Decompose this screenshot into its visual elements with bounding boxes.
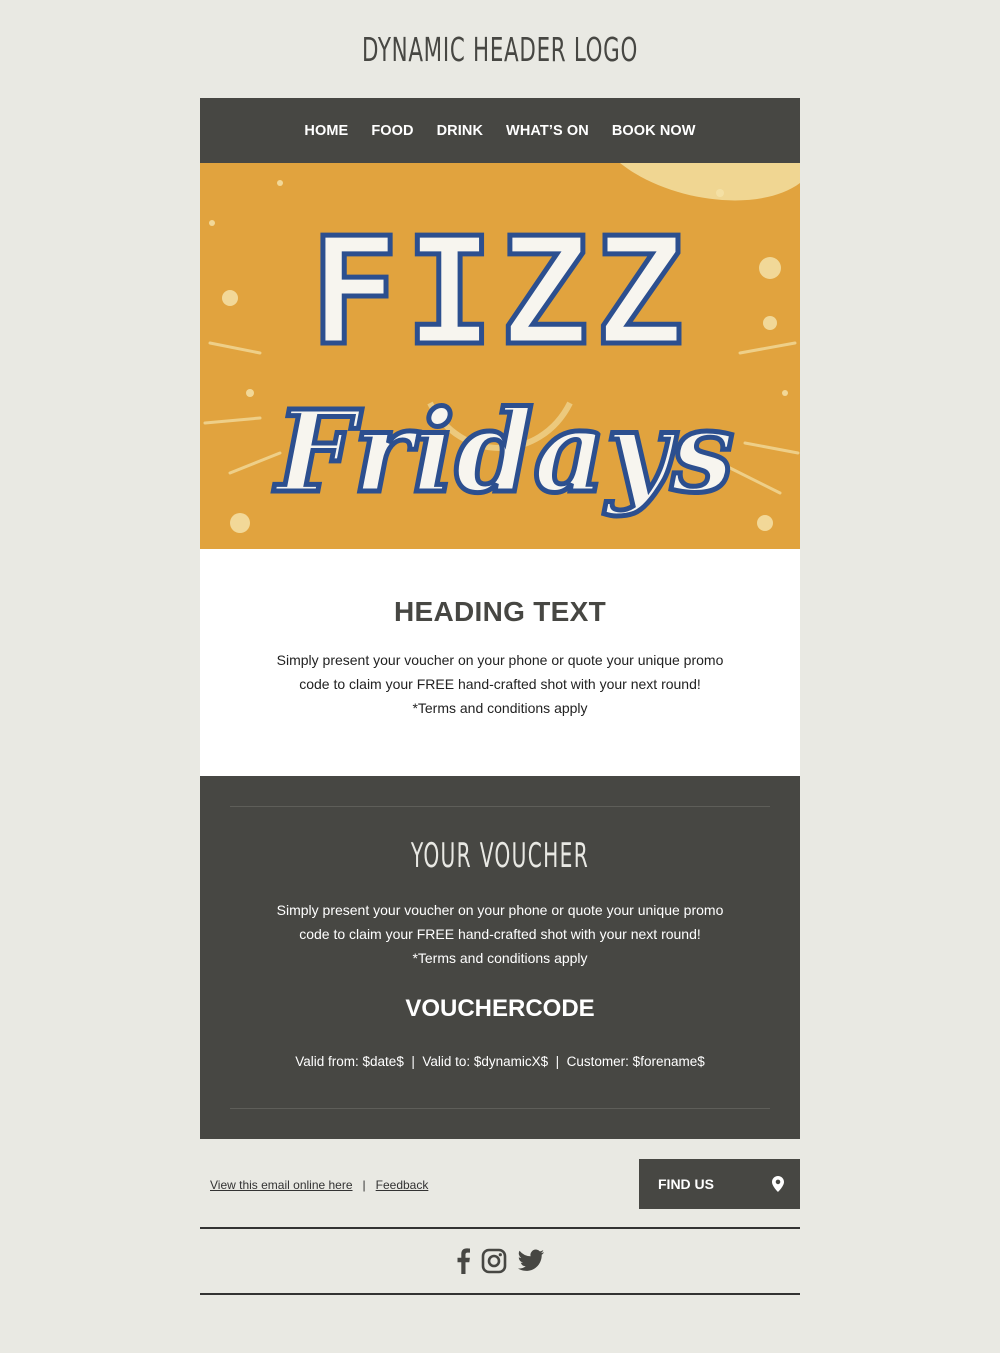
hero-title-fizz: FIZZ: [310, 206, 690, 378]
find-us-button[interactable]: FIND US: [639, 1159, 800, 1209]
voucher-section: YOUR VOUCHER Simply present your voucher…: [200, 776, 800, 1139]
voucher-bottom-divider: [230, 1108, 770, 1109]
find-us-label: FIND US: [658, 1176, 714, 1192]
social-links: [200, 1227, 800, 1295]
feedback-link[interactable]: Feedback: [376, 1178, 429, 1192]
nav-item-food[interactable]: FOOD: [360, 123, 425, 139]
nav-item-drink[interactable]: DRINK: [425, 123, 494, 139]
voucher-body: Simply present your voucher on your phon…: [265, 898, 735, 970]
hero-title-fridays: Fridays: [273, 387, 734, 518]
voucher-line-1: Simply present your voucher on your phon…: [276, 902, 724, 918]
header-logo[interactable]: DYNAMIC HEADER LOGO: [140, 30, 860, 69]
nav-item-home[interactable]: HOME: [293, 123, 360, 139]
heading-text: HEADING TEXT: [393, 596, 607, 627]
voucher-terms: *Terms and conditions apply: [412, 950, 588, 966]
footer-links: View this email online here | Feedback: [210, 1178, 428, 1192]
hero-banner[interactable]: FIZZ Fridays: [200, 163, 800, 549]
voucher-title: YOUR VOUCHER: [410, 836, 590, 876]
facebook-icon[interactable]: [455, 1248, 471, 1274]
nav-item-whats-on[interactable]: WHAT’S ON: [495, 123, 601, 139]
footer: View this email online here | Feedback FIN…: [200, 1139, 800, 1227]
location-pin-icon: [772, 1176, 784, 1195]
twitter-icon[interactable]: [517, 1249, 545, 1273]
intro-section: HEADING TEXT Simply present your voucher…: [200, 549, 800, 776]
intro-body: Simply present your voucher on your phon…: [265, 648, 735, 720]
instagram-icon[interactable]: [481, 1248, 507, 1274]
intro-line-2: code to claim your FREE hand-crafted sho…: [299, 676, 701, 692]
footer-separator: |: [362, 1178, 366, 1192]
email-body: HOME FOOD DRINK WHAT’S ON BOOK NOW FIZZ …: [200, 98, 800, 1295]
voucher-line-2: code to claim your FREE hand-crafted sho…: [299, 926, 701, 942]
hero-illustration: FIZZ Fridays: [200, 163, 800, 549]
nav-item-book-now[interactable]: BOOK NOW: [600, 123, 707, 139]
intro-terms: *Terms and conditions apply: [412, 700, 588, 716]
voucher-top-divider: [230, 806, 770, 807]
voucher-code: VOUCHERCODE: [405, 995, 595, 1022]
main-nav: HOME FOOD DRINK WHAT’S ON BOOK NOW: [200, 98, 800, 163]
view-online-link[interactable]: View this email online here: [210, 1178, 353, 1192]
voucher-validity: Valid from: $date$ | Valid to: $dynamicX…: [295, 1054, 705, 1069]
intro-line-1: Simply present your voucher on your phon…: [276, 652, 724, 668]
